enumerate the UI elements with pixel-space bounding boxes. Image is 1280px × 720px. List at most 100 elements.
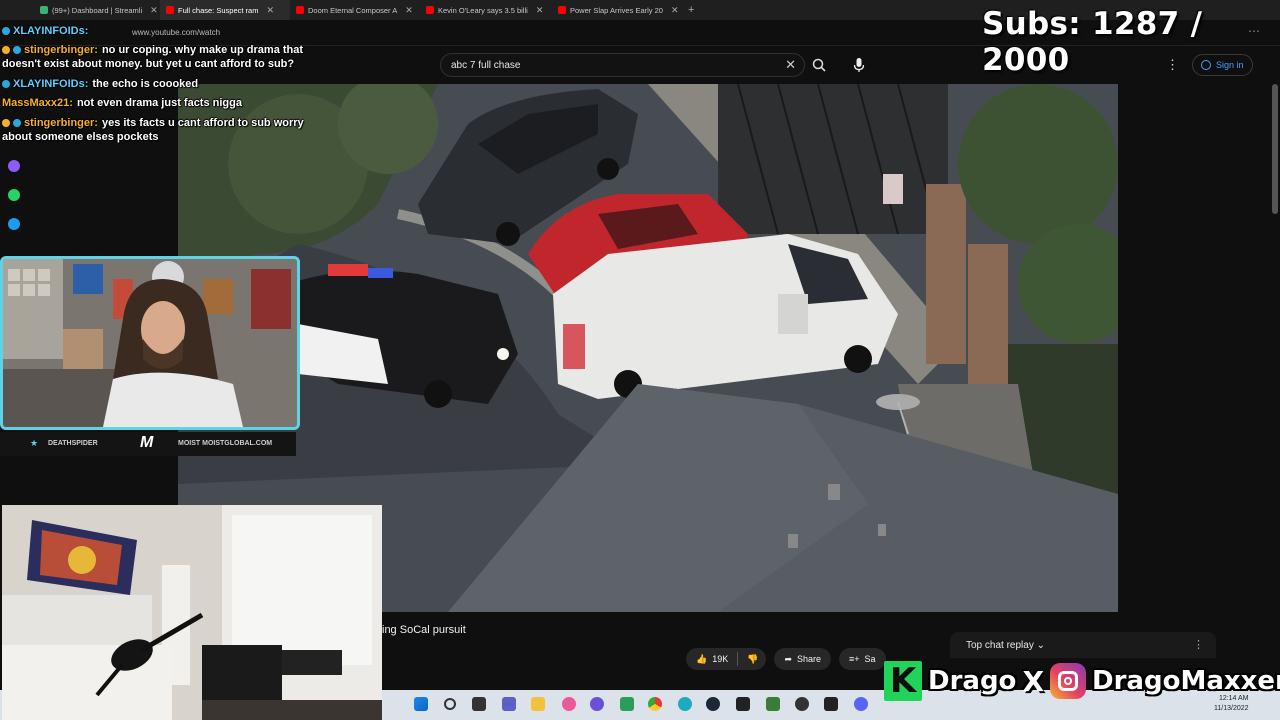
star-icon: ★ xyxy=(30,438,39,448)
tab-full-chase[interactable]: Full chase: Suspect ram ✕ xyxy=(160,0,290,20)
clear-search-icon[interactable]: ✕ xyxy=(785,57,796,73)
chat-text: not even drama just facts nigga xyxy=(76,97,242,109)
moist-logo: M xyxy=(140,434,154,451)
tab-label: Doom Eternal Composer A xyxy=(308,5,398,15)
file-explorer-icon[interactable] xyxy=(531,697,545,711)
top-chat-replay-dropdown[interactable]: Top chat replay ⌄ xyxy=(966,640,1045,651)
search-icon[interactable] xyxy=(808,56,830,74)
sub-badge-icon xyxy=(2,118,10,127)
messenger-icon[interactable] xyxy=(8,160,20,172)
chat-message: MassMaxx21: not even drama just facts nig… xyxy=(2,96,332,111)
close-icon[interactable]: ✕ xyxy=(405,5,413,16)
sub-goal-counter: Subs: 1287 / 2000 xyxy=(982,6,1203,78)
search-icon[interactable] xyxy=(444,698,456,710)
close-icon[interactable]: ✕ xyxy=(150,5,158,16)
app-icon[interactable] xyxy=(620,697,634,711)
x-logo-icon: X xyxy=(1022,664,1045,698)
share-icon: ➦ xyxy=(784,653,792,664)
close-icon[interactable]: ✕ xyxy=(536,5,544,16)
close-icon[interactable]: ✕ xyxy=(266,5,274,16)
chat-username: stingerbinger: xyxy=(24,116,98,129)
app-icon[interactable] xyxy=(562,697,576,711)
clock-date: 11/13/2022 xyxy=(1214,705,1249,712)
chat-username: MassMaxx21: xyxy=(2,97,73,109)
whatsapp-icon[interactable] xyxy=(8,189,20,201)
instagram-icon xyxy=(1050,663,1087,699)
social-handle-instagram: DragoMaxxer xyxy=(1092,666,1280,696)
chat-message: stingerbinger: yes its facts u cant affor… xyxy=(2,116,332,145)
share-label: Share xyxy=(797,654,822,664)
sub-badge-icon xyxy=(13,45,21,54)
youtube-icon xyxy=(166,6,174,14)
sub-badge-icon xyxy=(2,45,10,54)
app-icon[interactable] xyxy=(795,697,809,711)
search-input[interactable]: abc 7 full chase ✕ xyxy=(440,53,805,77)
app-icon[interactable] xyxy=(590,697,604,711)
webcam-banner: ★ DEATHSPIDER M MOIST MOISTGLOBAL.COM xyxy=(0,432,296,456)
save-button[interactable]: ≡+ Sa xyxy=(839,648,886,670)
tab-label: Power Slap Arrives Early 20 xyxy=(570,5,663,15)
tab-power-slap[interactable]: Power Slap Arrives Early 20 ✕ xyxy=(552,0,682,20)
more-options-icon[interactable]: ⋮ xyxy=(1193,638,1204,651)
task-view-icon[interactable] xyxy=(472,697,486,711)
youtube-icon xyxy=(558,6,566,14)
add-to-playlist-icon: ≡+ xyxy=(849,654,860,664)
tab-label: Kevin O'Leary says 3.5 billi xyxy=(438,5,528,15)
thumbs-up-icon: 👍 xyxy=(696,653,708,664)
tab-kevin-oleary[interactable]: Kevin O'Leary says 3.5 billi ✕ xyxy=(420,0,552,20)
tab-label: Full chase: Suspect ram xyxy=(178,5,259,15)
thumbs-down-icon[interactable]: 👎 xyxy=(747,654,758,665)
chrome-icon[interactable] xyxy=(648,697,662,711)
sub-badge-icon xyxy=(13,118,21,127)
discord-icon[interactable] xyxy=(854,697,868,711)
sub-badge-icon xyxy=(2,27,10,35)
webcam-overlay-room xyxy=(2,505,382,720)
divider xyxy=(737,652,739,666)
social-banner: K Drago X DragoMaxxer xyxy=(884,660,1280,702)
twitter-icon[interactable] xyxy=(8,218,20,230)
tab-doom-eternal[interactable]: Doom Eternal Composer A ✕ xyxy=(290,0,420,20)
chat-username: stingerbinger: xyxy=(24,43,98,56)
kick-logo-icon: K xyxy=(884,661,922,701)
steam-icon[interactable] xyxy=(706,697,720,711)
webcam-overlay-streamer xyxy=(0,256,300,430)
youtube-icon xyxy=(296,6,304,14)
screen: (99+) Dashboard | Streamli ✕ Full chase:… xyxy=(0,0,1280,720)
chat-username: XLAYINFOIDs: xyxy=(13,77,89,90)
sidebar-social-icons xyxy=(8,160,20,247)
share-button[interactable]: ➦ Share xyxy=(774,648,832,670)
microphone-icon[interactable] xyxy=(851,56,867,74)
chat-username: XLAYINFOIDs: xyxy=(13,25,89,37)
like-count: 19K xyxy=(712,654,729,664)
banner-right-text: MOIST MOISTGLOBAL.COM xyxy=(178,440,273,447)
video-title: ing SoCal pursuit xyxy=(382,624,466,636)
tab-dashboard[interactable]: (99+) Dashboard | Streamli ✕ xyxy=(34,0,160,20)
app-icon[interactable] xyxy=(736,697,750,711)
close-icon[interactable]: ✕ xyxy=(671,5,679,16)
chat-text: the echo is coooked xyxy=(92,77,199,90)
social-handle-kick: Drago xyxy=(928,666,1017,696)
chat-replay-header[interactable]: Top chat replay ⌄ ⋮ xyxy=(950,632,1216,658)
banner-left-text: DEATHSPIDER xyxy=(48,440,98,447)
chat-message: XLAYINFOIDs: the echo is coooked xyxy=(2,77,332,92)
stream-chat-overlay: XLAYINFOIDs: stingerbinger: no ur coping.… xyxy=(2,24,332,150)
chat-icon[interactable] xyxy=(502,697,516,711)
windows-start-icon[interactable] xyxy=(414,697,428,711)
video-actions: 👍 19K 👎 ➦ Share ≡+ Sa xyxy=(686,648,886,670)
app-icon[interactable] xyxy=(824,697,838,711)
page-scrollbar[interactable] xyxy=(1272,84,1278,214)
edge-icon[interactable] xyxy=(678,697,692,711)
chat-message: XLAYINFOIDs: xyxy=(2,24,332,39)
youtube-icon xyxy=(426,6,434,14)
chat-message: stingerbinger: no ur coping. why make up … xyxy=(2,43,332,72)
sub-badge-icon xyxy=(2,79,10,88)
app-icon[interactable] xyxy=(766,697,780,711)
webcam-feed xyxy=(3,259,297,427)
new-tab-button[interactable]: + xyxy=(682,0,702,20)
room-camera-feed xyxy=(2,505,382,720)
tab-label: (99+) Dashboard | Streamli xyxy=(52,5,143,15)
save-label: Sa xyxy=(864,654,876,664)
like-button[interactable]: 👍 19K 👎 xyxy=(686,648,767,670)
search-query: abc 7 full chase xyxy=(451,60,521,71)
streamlabs-icon xyxy=(40,6,48,14)
